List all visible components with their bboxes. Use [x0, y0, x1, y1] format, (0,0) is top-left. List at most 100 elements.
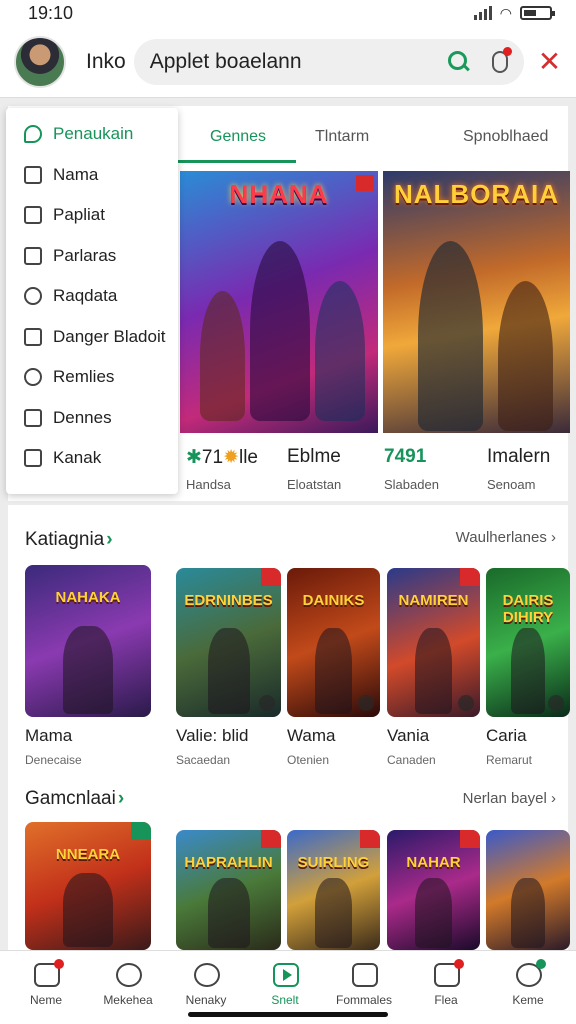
signal-icon — [473, 6, 492, 20]
game-card[interactable]: DAIRIS DIHIRY — [486, 568, 570, 717]
microphone-icon[interactable] — [491, 46, 512, 73]
game-card[interactable]: NNEARA — [25, 822, 151, 950]
close-icon[interactable]: ✕ — [538, 47, 561, 76]
menu-item-parlaras[interactable]: Parlaras — [6, 236, 178, 277]
status-icons: ◠ — [473, 5, 555, 22]
tab-bar: Gennes Tlntarm Spnoblhaed — [178, 106, 568, 164]
status-bar: 19:10 ◠ — [0, 0, 576, 26]
badge-icon — [261, 568, 281, 586]
card-character — [314, 627, 353, 714]
menu-item-kanak[interactable]: Kanak — [6, 438, 178, 479]
search-bar[interactable]: Applet boaelann — [133, 38, 524, 85]
game-card[interactable]: EDRNINBES — [176, 568, 281, 717]
search-icon — [116, 963, 142, 987]
tab-tlntarm[interactable]: Tlntarm — [315, 128, 369, 146]
clock-icon — [194, 963, 220, 987]
card-art-title: DAINIKS — [302, 592, 365, 609]
shield-icon — [24, 327, 42, 346]
game-card[interactable]: NAHAKA — [25, 565, 151, 717]
menu-item-raqdata[interactable]: Raqdata — [6, 276, 178, 317]
side-menu: Penaukain Nama Papliat Parlaras Raqdata … — [6, 108, 178, 494]
menu-item-dennes[interactable]: Dennes — [6, 398, 178, 439]
nav-item-mekehea[interactable]: Mekehea — [88, 951, 168, 1024]
badge-icon — [460, 830, 480, 848]
card-sub: Sacaedan — [176, 753, 231, 767]
notification-dot — [502, 46, 512, 56]
home-icon — [34, 959, 64, 987]
card-art-title: NAMIREN — [398, 592, 469, 609]
section-title[interactable]: Katiagnia › — [25, 529, 113, 551]
card-art-title: NAHAKA — [55, 589, 121, 606]
header-label: Inko — [86, 49, 126, 73]
banner-character — [498, 281, 553, 431]
stat-sub: Senoam — [487, 477, 536, 492]
active-tab-indicator — [178, 160, 296, 163]
card-character — [207, 627, 250, 714]
banner-art-title: NHANA — [229, 179, 329, 209]
menu-item-remlies[interactable]: Remlies — [6, 357, 178, 398]
tab-spnoblhaed[interactable]: Spnoblhaed — [463, 128, 548, 146]
game-card[interactable]: HAPRAHLIN — [176, 830, 281, 950]
home-indicator — [188, 1012, 388, 1017]
card-character — [511, 627, 545, 714]
tab-gennes[interactable]: Gennes — [210, 128, 266, 146]
card-sub: Otenien — [287, 753, 330, 767]
card-character — [207, 878, 250, 948]
nav-item-neme[interactable]: Neme — [6, 951, 86, 1024]
nav-label: Flea — [434, 993, 458, 1007]
battery-icon — [520, 6, 555, 20]
banner-character — [200, 291, 245, 421]
game-card[interactable]: SUIRLING — [287, 830, 380, 950]
nav-label: Keme — [512, 993, 544, 1007]
section-link[interactable]: Waulherlanes › — [456, 529, 556, 546]
nav-label: Mekehea — [103, 993, 153, 1007]
section-link[interactable]: Nerlan bayel › — [463, 790, 556, 807]
calendar-icon — [434, 959, 464, 987]
app-header: Inko Applet boaelann ✕ — [0, 26, 576, 98]
checklist-icon — [24, 246, 42, 265]
menu-item-papliat[interactable]: Papliat — [6, 195, 178, 236]
notification-dot — [454, 959, 464, 969]
box-icon — [24, 408, 42, 427]
search-input[interactable]: Applet boaelann — [150, 50, 448, 74]
badge-icon — [460, 568, 480, 586]
menu-item-penaukain[interactable]: Penaukain — [6, 114, 178, 155]
menu-item-danger-bladoit[interactable]: Danger Bladoit — [6, 317, 178, 358]
featured-banner[interactable]: NALBORAIA — [383, 171, 570, 433]
search-icon — [24, 287, 42, 306]
stat-sub: Eloatstan — [287, 477, 342, 492]
game-card[interactable]: NAMIREN — [387, 568, 480, 717]
section-title[interactable]: Gamcnlaai › — [25, 788, 124, 810]
nav-item-keme[interactable]: Keme — [488, 951, 568, 1024]
nav-label: Neme — [29, 993, 62, 1007]
card-character — [62, 873, 114, 948]
card-sub: Canaden — [387, 753, 436, 767]
game-card[interactable]: DAINIKS — [287, 568, 380, 717]
card-sub: Denecaise — [25, 753, 82, 767]
tag-icon — [24, 165, 42, 184]
settings-icon — [516, 959, 546, 987]
stat-sub: Slabaden — [384, 477, 439, 492]
nav-label: Snelt — [271, 993, 299, 1007]
stat-value: Eblme — [287, 446, 341, 467]
checkbox-icon — [24, 206, 42, 225]
leaf-icon — [24, 125, 42, 144]
search-icon[interactable] — [447, 50, 470, 73]
avatar[interactable] — [14, 35, 66, 88]
notification-dot — [54, 959, 64, 969]
card-name: Valie: blid — [176, 726, 249, 745]
play-icon — [273, 963, 299, 987]
card-name: Wama — [287, 726, 336, 745]
banner-art-title: NALBORAIA — [394, 179, 559, 209]
card-character — [414, 627, 453, 714]
card-character — [62, 625, 114, 714]
banner-character — [418, 241, 483, 431]
card-character — [314, 878, 353, 948]
game-card[interactable] — [486, 830, 570, 950]
nav-item-flea[interactable]: Flea — [406, 951, 486, 1024]
card-name: Mama — [25, 726, 73, 745]
featured-banner[interactable]: NHANA — [180, 171, 378, 433]
game-card[interactable]: NAHAR — [387, 830, 480, 950]
card-sub: Remarut — [486, 753, 533, 767]
menu-item-nama[interactable]: Nama — [6, 155, 178, 196]
